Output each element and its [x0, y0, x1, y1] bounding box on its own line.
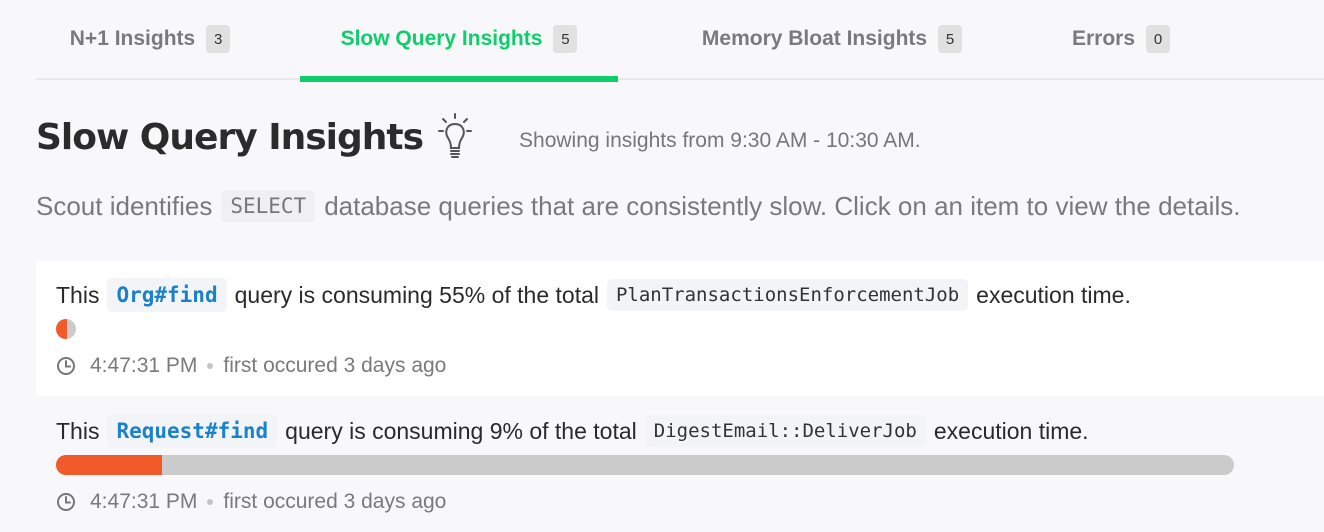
consumption-bar-fill: [56, 319, 67, 339]
insight-meta: 4:47:31 PM first occured 3 days ago: [56, 354, 446, 378]
consumption-bar-fill: [56, 455, 163, 475]
consumption-bar: [56, 455, 1234, 475]
insights-tab-bar: N+1 Insights 3 Slow Query Insights 5 Mem…: [36, 0, 1324, 82]
tab-slow-query-insights[interactable]: Slow Query Insights 5: [300, 0, 618, 82]
tab-label: N+1 Insights: [69, 27, 196, 50]
sentence-middle: query is consuming 55% of the total: [234, 281, 599, 308]
query-name-chip: Org#find: [107, 278, 227, 312]
insight-item[interactable]: This Org#find query is consuming 55% of …: [36, 261, 1324, 396]
insight-time: 4:47:31 PM: [90, 354, 198, 377]
query-name-chip: Request#find: [107, 414, 278, 448]
tab-label: Memory Bloat Insights: [701, 27, 928, 50]
tab-memory-bloat-insights[interactable]: Memory Bloat Insights 5: [674, 0, 990, 80]
tab-label: Errors: [1071, 27, 1136, 50]
sentence-middle: query is consuming 9% of the total: [285, 417, 637, 444]
first-occurred: first occured 3 days ago: [223, 490, 447, 513]
page-title: Slow Query Insights: [36, 116, 424, 158]
insight-meta: 4:47:31 PM first occured 3 days ago: [56, 490, 446, 514]
page-description: Scout identifies SELECT database queries…: [36, 190, 1240, 222]
sentence-suffix: execution time.: [933, 417, 1089, 444]
separator-dot: [207, 499, 214, 505]
insight-sentence: This Request#find query is consuming 9% …: [56, 414, 1089, 448]
insight-time: 4:47:31 PM: [90, 490, 198, 513]
tab-count-badge: 5: [938, 25, 963, 53]
tab-count-badge: 3: [206, 25, 231, 53]
first-occurred: first occured 3 days ago: [223, 354, 447, 377]
separator-dot: [207, 363, 214, 369]
insight-sentence: This Org#find query is consuming 55% of …: [56, 278, 1131, 312]
tab-label: Slow Query Insights: [340, 27, 543, 50]
clock-icon: [57, 493, 75, 511]
sentence-prefix: This: [56, 417, 100, 444]
select-code-chip: SELECT: [221, 190, 316, 222]
tab-count-badge: 5: [553, 25, 578, 53]
tab-errors[interactable]: Errors 0: [1060, 0, 1182, 80]
job-name-chip: DigestEmail::DeliverJob: [644, 415, 926, 447]
description-prefix: Scout identifies: [36, 190, 213, 221]
clock-icon: [57, 357, 75, 375]
job-name-chip: PlanTransactionsEnforcementJob: [606, 279, 969, 311]
consumption-bar: [56, 319, 76, 339]
sentence-suffix: execution time.: [976, 281, 1131, 308]
page-header: Slow Query Insights Showing insights fro…: [36, 112, 921, 162]
time-range-text: Showing insights from 9:30 AM - 10:30 AM…: [519, 129, 921, 152]
sentence-prefix: This: [56, 281, 100, 308]
lightbulb-icon: [438, 113, 473, 158]
tab-count-badge: 0: [1146, 25, 1171, 53]
insight-item[interactable]: This Request#find query is consuming 9% …: [36, 397, 1324, 532]
tab-n-plus-one-insights[interactable]: N+1 Insights 3: [56, 0, 244, 80]
description-suffix: database queries that are consistently s…: [324, 190, 1241, 221]
